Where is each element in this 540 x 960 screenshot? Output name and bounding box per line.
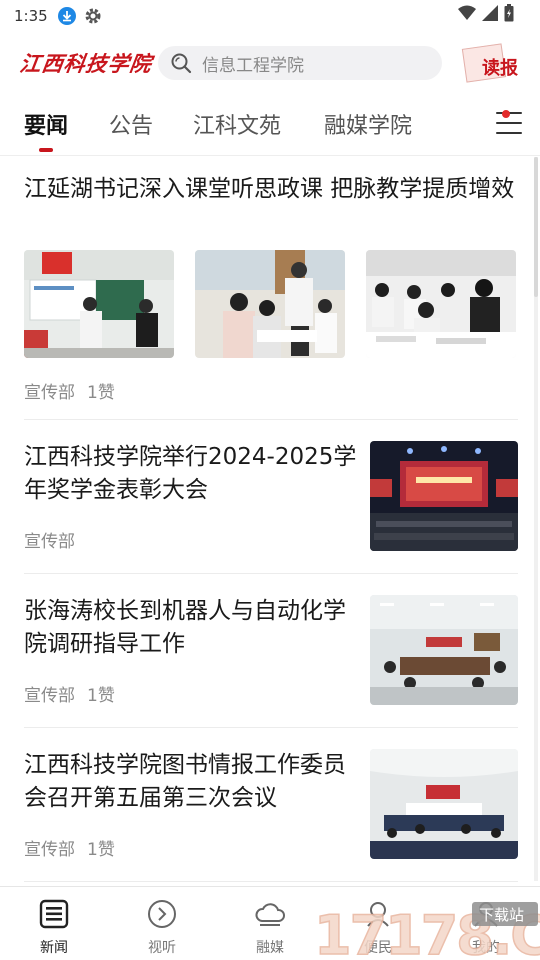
nav-media[interactable]: 融媒 [235,899,305,957]
news-icon [39,899,69,929]
tab-label: 公告 [109,114,154,139]
read-paper-label: 读报 [482,58,518,79]
category-tabs: 要闻 公告 江科文苑 融媒学院 [0,104,540,156]
signal-icon [482,5,498,25]
article-likes: 1赞 [87,383,115,403]
article-thumbnails [24,250,518,358]
article-image [195,250,345,358]
article-title: 江延湖书记深入课堂听思政课 把脉教学提质增效 [24,176,515,202]
school-logo[interactable]: 江西科技学院 [18,48,154,78]
list-item[interactable]: 江西科技学院举行2024-2025学年奖学金表彰大会 宣传部 [24,441,518,552]
article-likes: 1赞 [87,840,115,860]
nav-news[interactable]: 新闻 [19,899,89,957]
site-watermark: 17178.COM 下载站 [310,898,540,960]
notification-dot [502,110,510,118]
article-meta: 宣传部 [24,527,87,552]
article-image [370,595,518,705]
divider [24,573,518,574]
divider [24,881,518,882]
news-feed[interactable]: 江延湖书记深入课堂听思政课 把脉教学提质增效 宣传部 1赞 江西科技学院举行20… [0,157,540,885]
article-source: 宣传部 [24,840,75,860]
list-item[interactable]: 江西科技学院图书情报工作委员会召开第五届第三次会议 宣传部 1赞 [24,749,518,860]
tab-literature[interactable]: 江科文苑 [193,108,281,140]
wifi-icon [458,5,476,25]
divider [24,727,518,728]
article-image [370,749,518,859]
article-image [370,441,518,551]
tab-news[interactable]: 要闻 [24,108,69,152]
nav-video[interactable]: 视听 [127,899,197,957]
tab-label: 江科文苑 [193,114,282,139]
read-paper-button[interactable]: 读报 [461,42,522,84]
settings-icon [84,7,102,25]
list-item[interactable]: 张海涛校长到机器人与自动化学院调研指导工作 宣传部 1赞 [24,595,518,706]
article-meta: 宣传部 1赞 [24,681,127,706]
article-image [24,250,174,358]
search-icon [171,53,192,74]
article-source: 宣传部 [24,383,75,403]
watermark-badge: 下载站 [479,906,524,924]
article-source: 宣传部 [24,532,75,552]
tab-label: 要闻 [24,114,69,139]
tab-notice[interactable]: 公告 [109,108,153,140]
list-item[interactable]: 江延湖书记深入课堂听思政课 把脉教学提质增效 宣传部 1赞 [24,173,518,403]
nav-label: 融媒 [256,940,284,956]
app-header: 江西科技学院 信息工程学院 读报 [0,40,540,86]
article-title: 江西科技学院图书情报工作委员会召开第五届第三次会议 [24,752,346,811]
battery-icon [504,4,514,26]
channel-menu-button[interactable] [496,110,522,136]
feed-scrollbar[interactable] [534,157,538,881]
search-bar[interactable]: 信息工程学院 [158,46,442,80]
article-title: 张海涛校长到机器人与自动化学院调研指导工作 [24,598,346,657]
download-icon [57,7,76,25]
article-likes: 1赞 [87,686,115,706]
status-bar: 1:35 [0,0,540,32]
cloud-icon [255,903,285,926]
article-meta: 宣传部 1赞 [24,378,127,403]
nav-label: 视听 [148,940,176,956]
article-meta: 宣传部 1赞 [24,835,127,860]
article-title: 江西科技学院举行2024-2025学年奖学金表彰大会 [24,444,357,503]
tab-active-indicator [39,148,53,152]
nav-label: 新闻 [40,940,68,956]
divider [24,419,518,420]
tab-label: 融媒学院 [324,114,413,139]
search-placeholder: 信息工程学院 [202,55,304,76]
article-source: 宣传部 [24,686,75,706]
article-image [366,250,516,358]
status-time: 1:35 [14,7,48,25]
play-icon [148,900,176,928]
tab-media-college[interactable]: 融媒学院 [324,108,412,140]
